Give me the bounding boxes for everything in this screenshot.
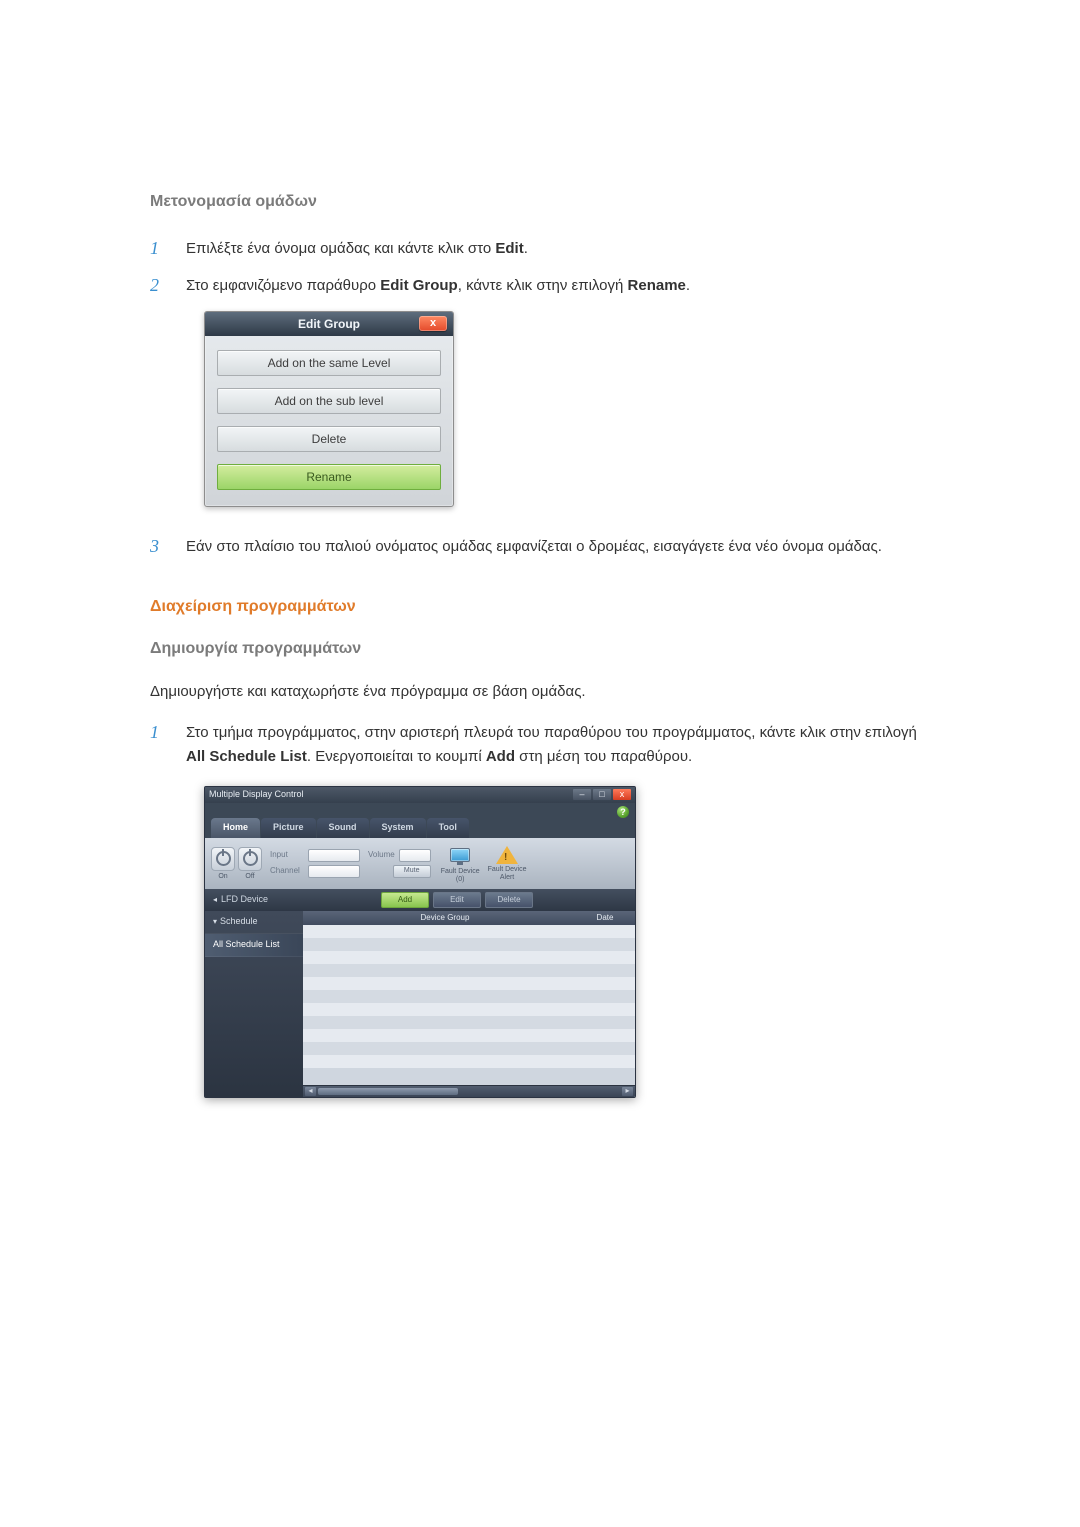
edit-group-title: Edit Group — [298, 317, 360, 331]
help-icon[interactable]: ? — [617, 806, 629, 818]
scroll-right-icon[interactable]: ▸ — [622, 1087, 633, 1096]
scroll-left-icon[interactable]: ◂ — [305, 1087, 316, 1096]
delete-button[interactable]: Delete — [485, 892, 533, 908]
rename-button[interactable]: Rename — [217, 464, 441, 490]
step-text: Εάν στο πλαίσιο του παλιού ονόματος ομάδ… — [186, 538, 882, 555]
step-2: 2 Στο εμφανιζόμενο παράθυρο Edit Group, … — [150, 270, 930, 525]
step-number: 1 — [150, 235, 159, 263]
close-icon[interactable]: x — [419, 316, 447, 331]
mdc-window: Multiple Display Control – □ x ? Home Pi… — [204, 786, 636, 1098]
steps-rename: 1 Επιλέξτε ένα όνομα ομάδας και κάντε κλ… — [150, 233, 930, 563]
ribbon-tabs: Home Picture Sound System Tool — [205, 818, 635, 838]
delete-button[interactable]: Delete — [217, 426, 441, 452]
intro-paragraph: Δημιουργήστε και καταχωρήστε ένα πρόγραμ… — [150, 680, 930, 703]
table-row — [303, 1016, 635, 1029]
sidebar-item-schedule[interactable]: ▾Schedule — [205, 911, 303, 934]
add-button[interactable]: Add — [381, 892, 429, 908]
horizontal-scrollbar[interactable]: ◂ ▸ — [303, 1085, 635, 1097]
window-controls: – □ x — [573, 789, 631, 800]
tab-picture[interactable]: Picture — [261, 818, 316, 838]
table-row — [303, 1055, 635, 1068]
sidebar: ▾Schedule All Schedule List — [205, 911, 303, 1097]
col-date: Date — [581, 912, 629, 924]
table-row — [303, 951, 635, 964]
close-icon[interactable]: x — [613, 789, 631, 800]
grid-header: Device Group Date — [303, 911, 635, 925]
volume-label: Volume — [368, 849, 395, 861]
table-row — [303, 1042, 635, 1055]
tab-system[interactable]: System — [370, 818, 426, 838]
table-row — [303, 925, 635, 938]
table-row — [303, 964, 635, 977]
collapse-icon[interactable]: ◂ — [213, 894, 217, 906]
volume-field[interactable] — [399, 849, 431, 862]
ribbon-header: ? — [205, 803, 635, 818]
step-number: 1 — [150, 719, 159, 747]
table-row — [303, 1029, 635, 1042]
step-text: Στο εμφανιζόμενο παράθυρο Edit Group, κά… — [186, 277, 690, 294]
table-row — [303, 1003, 635, 1016]
step-1: 1 Στο τμήμα προγράμματος, στην αριστερή … — [150, 717, 930, 1102]
maximize-icon[interactable]: □ — [593, 789, 611, 800]
edit-button[interactable]: Edit — [433, 892, 481, 908]
main-panel: Device Group Date — [303, 911, 635, 1097]
step-number: 2 — [150, 272, 159, 300]
window-title: Multiple Display Control — [209, 788, 304, 802]
lfd-device-label: LFD Device — [221, 893, 268, 907]
tab-tool[interactable]: Tool — [427, 818, 469, 838]
edit-group-titlebar: Edit Group x — [205, 312, 453, 336]
power-on-button[interactable]: On — [211, 847, 235, 881]
window-titlebar: Multiple Display Control – □ x — [205, 787, 635, 803]
volume-mute-group: Volume Mute — [368, 849, 431, 878]
edit-group-dialog: Edit Group x Add on the same Level Add o… — [204, 311, 454, 507]
input-select[interactable] — [308, 849, 360, 862]
table-row — [303, 938, 635, 951]
chevron-down-icon: ▾ — [213, 917, 217, 926]
input-label: Input — [270, 849, 304, 861]
tab-sound[interactable]: Sound — [317, 818, 369, 838]
channel-select[interactable] — [308, 865, 360, 878]
table-row — [303, 990, 635, 1003]
step-text: Στο τμήμα προγράμματος, στην αριστερή πλ… — [186, 724, 917, 764]
edit-group-body: Add on the same Level Add on the sub lev… — [205, 336, 453, 506]
step-text: Επιλέξτε ένα όνομα ομάδας και κάντε κλικ… — [186, 240, 528, 257]
input-channel-group: Input Channel — [270, 849, 360, 878]
sidebar-item-all-schedule-list[interactable]: All Schedule List — [205, 934, 303, 957]
tab-home[interactable]: Home — [211, 818, 260, 838]
step-1: 1 Επιλέξτε ένα όνομα ομάδας και κάντε κλ… — [150, 233, 930, 264]
window-body: ▾Schedule All Schedule List Device Group… — [205, 911, 635, 1097]
fault-alert-button[interactable]: Fault DeviceAlert — [488, 846, 527, 881]
steps-schedule: 1 Στο τμήμα προγράμματος, στην αριστερή … — [150, 717, 930, 1102]
heading-rename-groups: Μετονομασία ομάδων — [150, 190, 930, 215]
minimize-icon[interactable]: – — [573, 789, 591, 800]
heading-schedule-management: Διαχείριση προγραμμάτων — [150, 595, 930, 620]
mute-button[interactable]: Mute — [393, 865, 431, 878]
fault-device-button[interactable]: Fault Device(0) — [441, 844, 480, 883]
channel-label: Channel — [270, 865, 304, 877]
step-3: 3 Εάν στο πλαίσιο του παλιού ονόματος ομ… — [150, 531, 930, 562]
document-page: Μετονομασία ομάδων 1 Επιλέξτε ένα όνομα … — [150, 0, 930, 1238]
scroll-thumb[interactable] — [318, 1088, 458, 1095]
action-strip: ◂ LFD Device Add Edit Delete — [205, 889, 635, 911]
grid-rows — [303, 925, 635, 1085]
ribbon-toolbar: On Off Input Channel — [205, 838, 635, 889]
add-sub-level-button[interactable]: Add on the sub level — [217, 388, 441, 414]
col-device-group: Device Group — [309, 912, 581, 924]
power-off-button[interactable]: Off — [238, 847, 262, 881]
add-same-level-button[interactable]: Add on the same Level — [217, 350, 441, 376]
warning-icon — [496, 846, 518, 864]
heading-create-schedules: Δημιουργία προγραμμάτων — [150, 637, 930, 662]
step-number: 3 — [150, 533, 159, 561]
table-row — [303, 977, 635, 990]
